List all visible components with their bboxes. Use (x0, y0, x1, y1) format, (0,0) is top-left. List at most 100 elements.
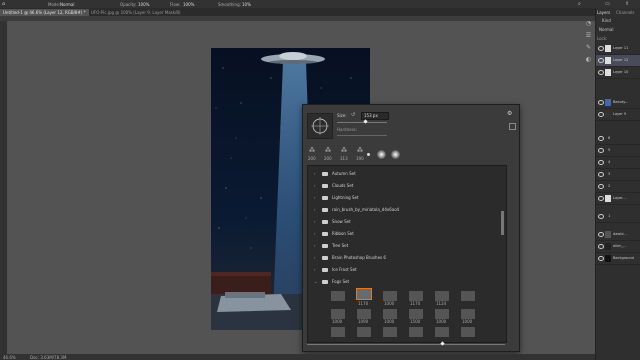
layer-row[interactable]: Background (596, 253, 640, 265)
workspace-icon[interactable]: ▭ (605, 1, 610, 7)
layer-group[interactable]: 1 (596, 211, 640, 223)
eye-icon[interactable] (598, 100, 604, 105)
size-slider[interactable] (337, 122, 387, 123)
layer-row[interactable]: dawid... (596, 229, 640, 241)
brush-tile-selected[interactable] (356, 288, 372, 300)
brush-folder-list: › Autumn Set › Clouds Set › Lightning Set ›… (307, 165, 507, 343)
brush-preset-picker: Size: ↺ 153 px Hardness: ⚙ ⁂ 200 ⁂ 200 ⁂ 31… (302, 104, 520, 352)
brush-size-label: 1000 (384, 301, 395, 306)
folder-snow-set[interactable]: › Snow Set (314, 216, 500, 228)
brush-size-label: 1000 (436, 319, 447, 324)
brush-size-label: 1090 (358, 319, 369, 324)
layer-group[interactable]: 5 (596, 145, 640, 157)
eye-icon[interactable] (598, 232, 604, 237)
eye-icon[interactable] (598, 46, 604, 51)
new-preset-icon[interactable] (509, 123, 516, 130)
recent-brush-7[interactable] (391, 150, 400, 159)
hardness-slider[interactable] (337, 135, 387, 136)
eye-icon[interactable] (598, 136, 604, 141)
eye-icon[interactable] (598, 214, 604, 219)
brush-size-label: 1170 (358, 301, 369, 306)
brush-tile[interactable] (356, 326, 372, 338)
tab-channels[interactable]: Channels (616, 10, 635, 15)
folder-brain-brushes[interactable]: › Brain Photoshop Brushes 6 (314, 252, 500, 264)
tab-ufo-pic[interactable]: UFO-Pic.jpg @ 100% (Layer 9, Layer Mask/… (88, 9, 184, 16)
folder-lightning-set[interactable]: › Lightning Set (314, 192, 500, 204)
mode-label: Mode: (48, 2, 61, 7)
brush-size-label: 1000 (462, 319, 473, 324)
document-size: Doc: 3.63M/78.3M (30, 355, 67, 360)
brush-size-label: 1500 (410, 319, 421, 324)
status-bar: 46.6% Doc: 3.63M/78.3M (0, 354, 595, 360)
zoom-level[interactable]: 46.6% (3, 355, 16, 360)
brush-angle-preview[interactable] (307, 113, 333, 139)
folder-list-scrollbar[interactable] (501, 211, 504, 235)
layer-row[interactable]: Layer 10 (596, 67, 640, 79)
brush-size-label: 1170 (410, 301, 421, 306)
properties-icon[interactable]: ☰ (585, 32, 592, 39)
eye-icon[interactable] (598, 160, 604, 165)
layer-row[interactable]: Beauty... (596, 97, 640, 109)
mode-value[interactable]: Normal (60, 2, 74, 7)
brush-tile[interactable] (460, 290, 476, 302)
recent-brush-5[interactable] (367, 153, 370, 156)
opacity-label: Opacity: (120, 2, 137, 7)
layer-row[interactable]: alien_... (596, 241, 640, 253)
blend-mode-select[interactable]: Normal (599, 27, 613, 32)
folder-autumn-set[interactable]: › Autumn Set (314, 168, 500, 180)
size-label: Size: (337, 113, 347, 118)
ps-home-icon[interactable]: ⌂ (2, 1, 5, 7)
folder-ribbon-set[interactable]: › Ribbon Set (314, 228, 500, 240)
eye-icon[interactable] (598, 172, 604, 177)
brush-tile[interactable] (460, 326, 476, 338)
eye-icon[interactable] (598, 58, 604, 63)
eye-icon[interactable] (598, 244, 604, 249)
gear-icon[interactable]: ⚙ (507, 110, 512, 117)
brush-tile[interactable] (434, 326, 450, 338)
brush-tile[interactable] (408, 326, 424, 338)
layer-row-selected[interactable]: Layer 12 (596, 55, 640, 67)
folder-rain-brush[interactable]: › rain_brush_by_miriatola_d4x6ao4 (314, 204, 500, 216)
brush-tile[interactable] (330, 326, 346, 338)
recent-brush-6[interactable] (377, 150, 386, 159)
eye-icon[interactable] (598, 184, 604, 189)
folder-tree-set[interactable]: › Tree Set (314, 240, 500, 252)
smoothing-label: Smoothing: (218, 2, 241, 7)
eye-icon[interactable] (598, 196, 604, 201)
brush-tile[interactable] (382, 326, 398, 338)
options-bar: ⌂ Mode: Normal Opacity: 100% Flow: 100% … (0, 0, 640, 8)
smoothing-value[interactable]: 10% (242, 2, 251, 7)
layer-row[interactable]: Layer 11 (596, 43, 640, 55)
tab-layers[interactable]: Layers (597, 10, 610, 15)
share-icon[interactable]: ⇪ (625, 1, 629, 7)
layer-row[interactable]: Layer... (596, 193, 640, 205)
preview-size-slider[interactable] (307, 344, 505, 345)
adjustments-icon[interactable]: ◐ (585, 56, 592, 63)
search-icon[interactable]: ⌕ (578, 1, 581, 7)
flow-value[interactable]: 100% (183, 2, 194, 7)
horizontal-ruler (7, 16, 595, 21)
layer-row[interactable]: Layer 9 (596, 109, 640, 121)
tools-panel (0, 21, 7, 354)
eye-icon[interactable] (598, 256, 604, 261)
eye-icon[interactable] (598, 148, 604, 153)
brush-settings-icon[interactable]: ✎ (585, 44, 592, 51)
reset-size-icon[interactable]: ↺ (351, 112, 355, 118)
folder-ice-frost-set[interactable]: › Ice Frost Set (314, 264, 500, 276)
layer-group[interactable]: 4 (596, 157, 640, 169)
hardness-label: Hardness: (337, 127, 358, 132)
eye-icon[interactable] (598, 70, 604, 75)
layer-group[interactable]: 6 (596, 133, 640, 145)
layer-group[interactable]: 3 (596, 169, 640, 181)
tab-untitled-1[interactable]: Untitled-1 @ 46.6% (Layer 12, RGB/8#) * (0, 9, 89, 16)
eye-icon[interactable] (598, 112, 604, 117)
history-icon[interactable]: ◔ (585, 20, 592, 27)
recent-brush-4[interactable]: ⁂ 190 (355, 147, 373, 161)
opacity-value[interactable]: 100% (138, 2, 149, 7)
brush-size-label: 1000 (384, 319, 395, 324)
kind-filter[interactable]: Kind (602, 18, 611, 23)
brush-tile[interactable] (330, 290, 346, 302)
layer-group[interactable]: 2 (596, 181, 640, 193)
folder-fogs-set[interactable]: ⌄ Fogs Set (314, 276, 500, 288)
folder-clouds-set[interactable]: › Clouds Set (314, 180, 500, 192)
